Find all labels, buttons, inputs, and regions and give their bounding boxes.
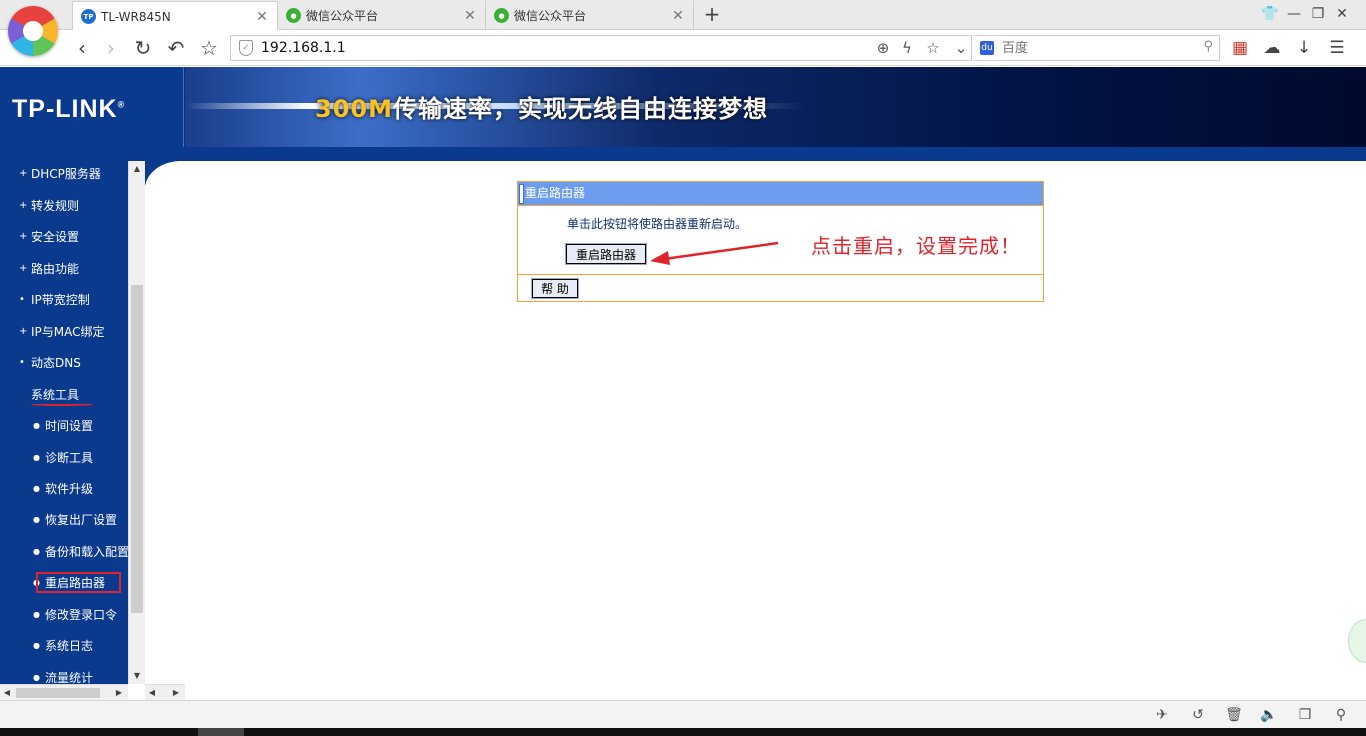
scroll-up-icon[interactable]: ▲	[129, 161, 145, 177]
zoom-icon[interactable]: ⊕	[873, 38, 893, 58]
undo-icon[interactable]: ↶	[163, 35, 189, 61]
browser-toolbar: ‹ › ↻ ↶ ☆ ✓ 192.168.1.1 ⊕ ϟ ☆ ⌄ du ⚲ ▦ ☁…	[0, 30, 1366, 66]
sidebar-item-syslog[interactable]: ● 系统日志	[0, 635, 128, 657]
tp-link-logo: TP-LINK®	[12, 95, 126, 123]
wechat-favicon-icon: ●	[286, 8, 301, 23]
scroll-left-icon[interactable]: ◀	[145, 685, 159, 700]
panel-divider	[518, 274, 1043, 275]
scrollbar-thumb[interactable]	[131, 285, 143, 613]
sidebar-item-firmware[interactable]: ● 软件升级	[0, 478, 128, 500]
cloud-icon[interactable]: ☁	[1260, 36, 1284, 60]
sidebar-menu: + DHCP服务器 + 转发规则 + 安全设置 + 路由功能 • IP带宽控制 + IP与M…	[0, 161, 145, 684]
tab-wechat-2[interactable]: ● 微信公众平台 ✕	[486, 1, 694, 30]
bookmark-star-icon[interactable]: ☆	[196, 35, 222, 61]
scroll-right-icon[interactable]: ▶	[169, 685, 183, 700]
os-taskbar	[0, 728, 1366, 736]
taskbar-active-app[interactable]	[198, 728, 244, 736]
browser-logo-icon[interactable]	[8, 6, 58, 56]
pin-icon[interactable]: ✈	[1152, 705, 1172, 725]
dropdown-chevron-icon[interactable]: ⌄	[951, 38, 971, 58]
browser-status-bar: ✈ ↺ 🗑 🔈 ❐ ⚲	[0, 700, 1366, 728]
logo-area: TP-LINK®	[0, 67, 184, 147]
minimize-icon[interactable]: —	[1284, 4, 1304, 24]
browser-tab-strip: TP TL-WR845N ✕ ● 微信公众平台 ✕ ● 微信公众平台 ✕ + 👕…	[0, 0, 1366, 56]
sidebar-item-security[interactable]: + 安全设置	[0, 226, 128, 248]
sidebar-item-system-tools[interactable]: 系统工具	[0, 384, 128, 406]
content-h-scrollbar[interactable]: ◀ ▶	[145, 684, 185, 700]
security-shield-icon: ✓	[239, 40, 253, 56]
sidebar-item-ip-mac[interactable]: + IP与MAC绑定	[0, 321, 128, 343]
scroll-left-icon[interactable]: ◀	[0, 685, 14, 700]
tab-tl-wr845n[interactable]: TP TL-WR845N ✕	[72, 1, 278, 31]
sidebar-item-factory-reset[interactable]: ● 恢复出厂设置	[0, 509, 128, 531]
sidebar-scrollbar[interactable]: ▲ ▼	[128, 161, 145, 684]
header-banner: TP-LINK® 300M传输速率，实现无线自由连接梦想	[0, 67, 1366, 147]
help-button[interactable]: 帮 助	[531, 278, 579, 299]
sidebar-item-password[interactable]: ● 修改登录口令	[0, 604, 128, 626]
address-text[interactable]: 192.168.1.1	[261, 40, 346, 56]
banner-slogan: 300M传输速率，实现无线自由连接梦想	[315, 95, 768, 123]
sidebar-item-backup[interactable]: ● 备份和载入配置	[0, 541, 128, 563]
apps-grid-icon[interactable]: ▦	[1228, 36, 1252, 60]
sidebar-item-diagnostics[interactable]: ● 诊断工具	[0, 447, 128, 469]
refresh-icon[interactable]: ↻	[130, 35, 156, 61]
close-tab-icon[interactable]: ✕	[255, 9, 269, 25]
scroll-down-icon[interactable]: ▼	[129, 668, 145, 684]
red-box-annotation	[36, 572, 121, 593]
reboot-router-button[interactable]: 重启路由器	[565, 243, 647, 265]
favorite-star-icon[interactable]: ☆	[923, 38, 943, 58]
new-tab-button[interactable]: +	[702, 3, 722, 25]
banner-artwork: 300M传输速率，实现无线自由连接梦想	[185, 67, 1366, 147]
tab-title: 微信公众平台	[306, 9, 379, 23]
sidebar-item-bandwidth[interactable]: • IP带宽控制	[0, 289, 128, 311]
forward-icon[interactable]: ›	[98, 35, 124, 61]
tab-title: TL-WR845N	[101, 9, 171, 24]
h-scrollbar-thumb[interactable]	[16, 688, 100, 698]
volume-icon[interactable]: 🔈	[1259, 705, 1279, 725]
red-arrow-annotation	[650, 241, 779, 265]
fast-mode-icon[interactable]: ϟ	[897, 38, 917, 58]
tab-title: 微信公众平台	[514, 9, 587, 23]
router-admin-page: TP-LINK® 300M传输速率，实现无线自由连接梦想 + DHCP服务器 + 转…	[0, 67, 1366, 700]
window-icon[interactable]: ❐	[1295, 705, 1315, 725]
sidebar-item-dhcp[interactable]: + DHCP服务器	[0, 163, 128, 185]
tp-link-favicon-icon: TP	[81, 9, 96, 24]
sidebar-item-time[interactable]: ● 时间设置	[0, 415, 128, 437]
baidu-icon[interactable]: du	[980, 41, 994, 55]
sidebar-item-forwarding[interactable]: + 转发规则	[0, 195, 128, 217]
annotation-text: 点击重启，设置完成！	[811, 234, 1021, 258]
skin-icon[interactable]: 👕	[1260, 4, 1280, 24]
sidebar-item-routing[interactable]: + 路由功能	[0, 258, 128, 280]
restore-icon[interactable]: ❐	[1308, 4, 1328, 24]
wechat-favicon-icon: ●	[494, 8, 509, 23]
panel-title: 重启路由器	[518, 182, 1043, 206]
banner-stripe	[0, 147, 1366, 161]
address-bar[interactable]: ✓ 192.168.1.1 ⊕ ϟ ☆ ⌄	[230, 35, 972, 61]
sidebar-item-ddns[interactable]: • 动态DNS	[0, 352, 128, 374]
trash-icon[interactable]: 🗑	[1224, 705, 1244, 725]
search-input[interactable]	[1002, 39, 1192, 57]
window-close-icon[interactable]: ✕	[1332, 4, 1352, 24]
close-tab-icon[interactable]: ✕	[463, 8, 477, 24]
back-icon[interactable]: ‹	[69, 35, 95, 61]
search-box[interactable]: du ⚲	[974, 35, 1220, 61]
download-icon[interactable]: ↓	[1292, 36, 1316, 60]
sidebar-h-scrollbar[interactable]: ◀ ▶	[0, 684, 128, 700]
sync-icon[interactable]: ↺	[1188, 705, 1208, 725]
sidebar-item-traffic[interactable]: ● 流量统计	[0, 667, 128, 684]
red-underline-annotation	[31, 403, 93, 406]
search-icon[interactable]: ⚲	[1203, 39, 1213, 54]
sidebar-item-reboot[interactable]: ● 重启路由器	[0, 572, 128, 594]
panel-description: 单击此按钮将使路由器重新启动。	[567, 217, 748, 231]
menu-icon[interactable]: ☰	[1325, 36, 1349, 60]
tab-wechat-1[interactable]: ● 微信公众平台 ✕	[278, 1, 486, 30]
sidebar-list: + DHCP服务器 + 转发规则 + 安全设置 + 路由功能 • IP带宽控制 + IP与M…	[0, 161, 128, 684]
zoom-search-icon[interactable]: ⚲	[1331, 705, 1351, 725]
close-tab-icon[interactable]: ✕	[671, 8, 685, 24]
scroll-right-icon[interactable]: ▶	[112, 685, 126, 700]
